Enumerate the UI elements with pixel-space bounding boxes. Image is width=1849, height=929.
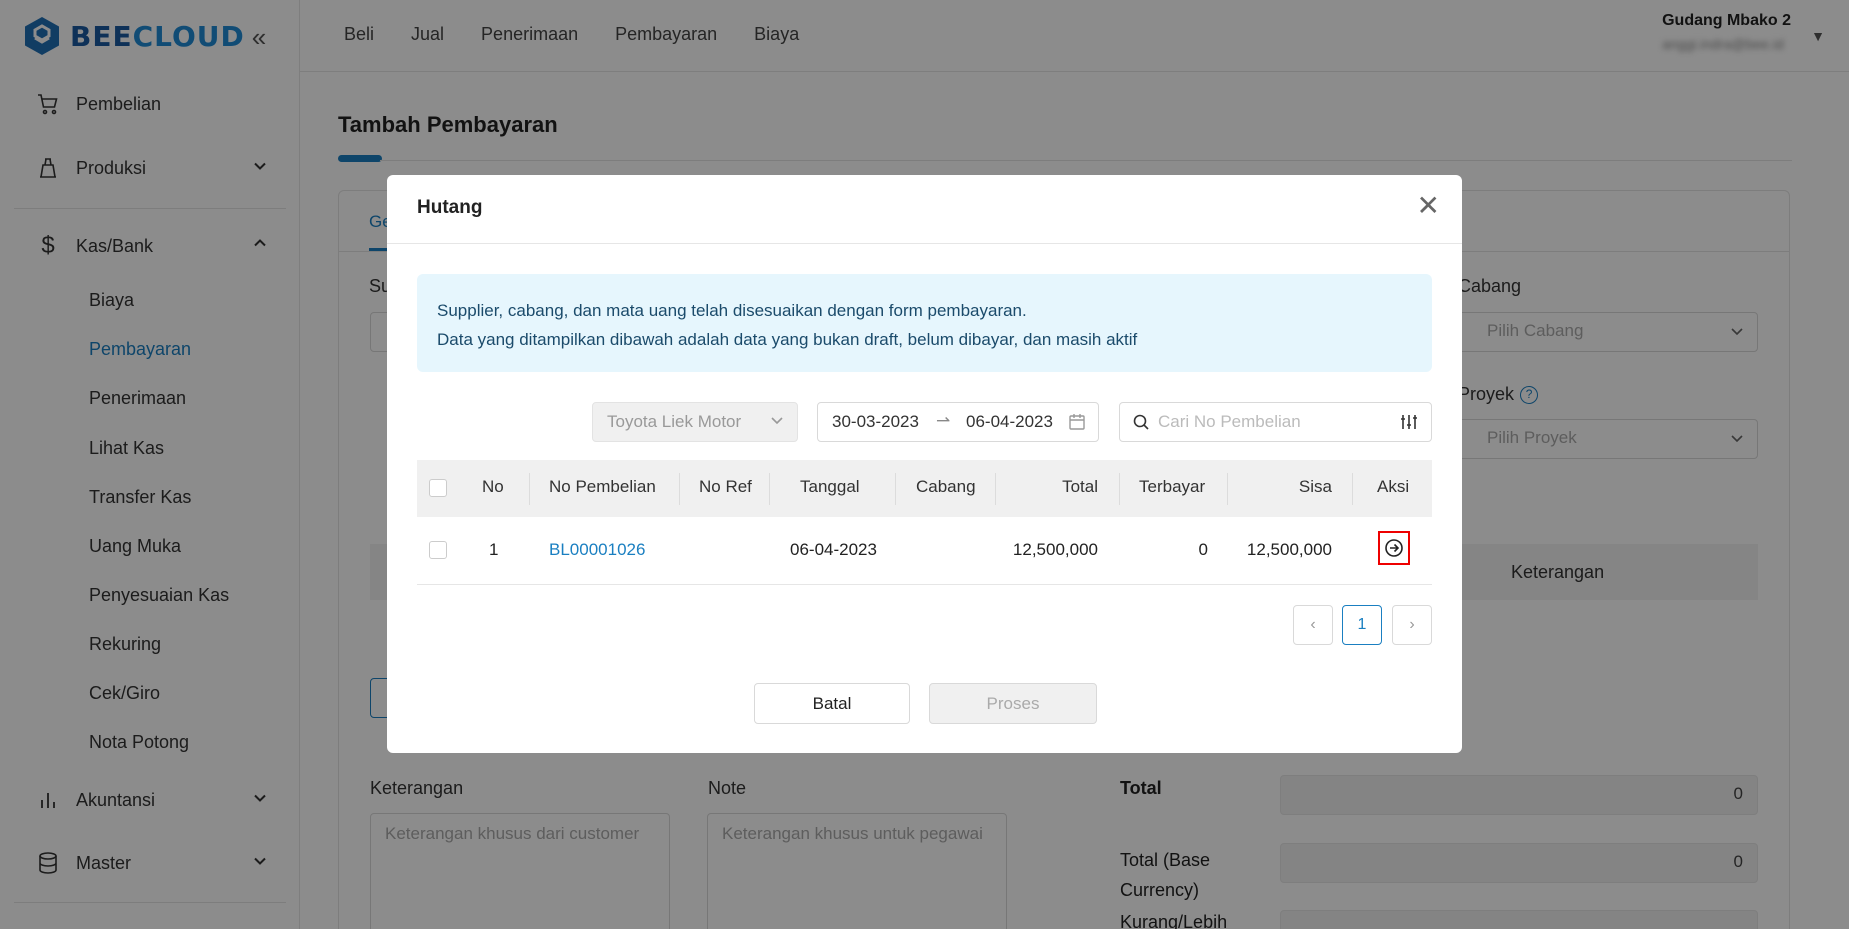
- hutang-modal: Hutang ✕ Supplier, cabang, dan mata uang…: [387, 175, 1462, 753]
- alert-line-1: Supplier, cabang, dan mata uang telah di…: [437, 301, 1027, 320]
- pagination-next-button[interactable]: ›: [1392, 605, 1432, 645]
- hutang-table-header: No No Pembelian No Ref Tanggal Cabang To…: [417, 460, 1432, 517]
- cell-terbayar: 0: [1198, 540, 1208, 559]
- col-no-ref: No Ref: [699, 477, 752, 496]
- col-separator: [995, 473, 996, 505]
- cancel-button[interactable]: Batal: [754, 683, 910, 724]
- row-action-button[interactable]: [1378, 531, 1410, 565]
- col-terbayar: Terbayar: [1139, 477, 1206, 496]
- col-separator: [769, 473, 770, 505]
- search-icon: [1132, 413, 1150, 436]
- col-separator: [895, 473, 896, 505]
- supplier-filter-select: Toyota Liek Motor: [592, 402, 798, 442]
- chevron-down-icon: [769, 412, 785, 433]
- col-total: Total: [1062, 477, 1098, 496]
- cell-no: 1: [489, 540, 499, 559]
- select-all-checkbox[interactable]: [429, 479, 447, 497]
- col-separator: [1227, 473, 1228, 505]
- date-range-picker[interactable]: 30-03-2023 ⇀ 06-04-2023: [817, 402, 1099, 442]
- col-no-pembelian: No Pembelian: [549, 477, 656, 496]
- modal-title: Hutang: [417, 197, 483, 218]
- info-alert: Supplier, cabang, dan mata uang telah di…: [417, 274, 1432, 372]
- pagination-prev-button[interactable]: ‹: [1293, 605, 1333, 645]
- cell-sisa: 12,500,000: [1246, 540, 1332, 559]
- row-checkbox[interactable]: [429, 541, 447, 559]
- arrow-circle-right-icon: [1385, 539, 1403, 557]
- process-button[interactable]: Proses: [929, 683, 1097, 724]
- col-cabang: Cabang: [916, 477, 976, 496]
- cell-no-pembelian[interactable]: BL00001026: [549, 540, 645, 560]
- col-aksi: Aksi: [1377, 477, 1410, 496]
- supplier-filter-value: Toyota Liek Motor: [607, 412, 742, 431]
- search-input[interactable]: Cari No Pembelian: [1119, 402, 1432, 442]
- cell-total: 12,500,000: [1012, 540, 1098, 559]
- date-to[interactable]: 06-04-2023: [966, 412, 1053, 432]
- modal-header-divider: [387, 243, 1462, 244]
- table-row: 1 BL00001026 06-04-2023 12,500,000 0 12,…: [417, 517, 1432, 585]
- col-separator: [1352, 473, 1353, 505]
- col-no: No: [482, 477, 504, 496]
- date-from[interactable]: 30-03-2023: [832, 412, 919, 431]
- search-placeholder: Cari No Pembelian: [1158, 412, 1301, 431]
- col-sisa: Sisa: [1298, 477, 1332, 496]
- alert-line-2: Data yang ditampilkan dibawah adalah dat…: [437, 330, 1138, 349]
- filter-sliders-icon[interactable]: [1399, 413, 1419, 436]
- arrow-right-icon: ⇀: [936, 411, 951, 430]
- col-separator: [529, 473, 530, 505]
- cell-tanggal: 06-04-2023: [790, 540, 877, 559]
- col-tanggal: Tanggal: [800, 477, 860, 496]
- col-separator: [1119, 473, 1120, 505]
- calendar-icon[interactable]: [1068, 413, 1086, 436]
- pagination-page-1[interactable]: 1: [1342, 605, 1382, 645]
- close-icon[interactable]: ✕: [1417, 191, 1440, 221]
- col-separator: [679, 473, 680, 505]
